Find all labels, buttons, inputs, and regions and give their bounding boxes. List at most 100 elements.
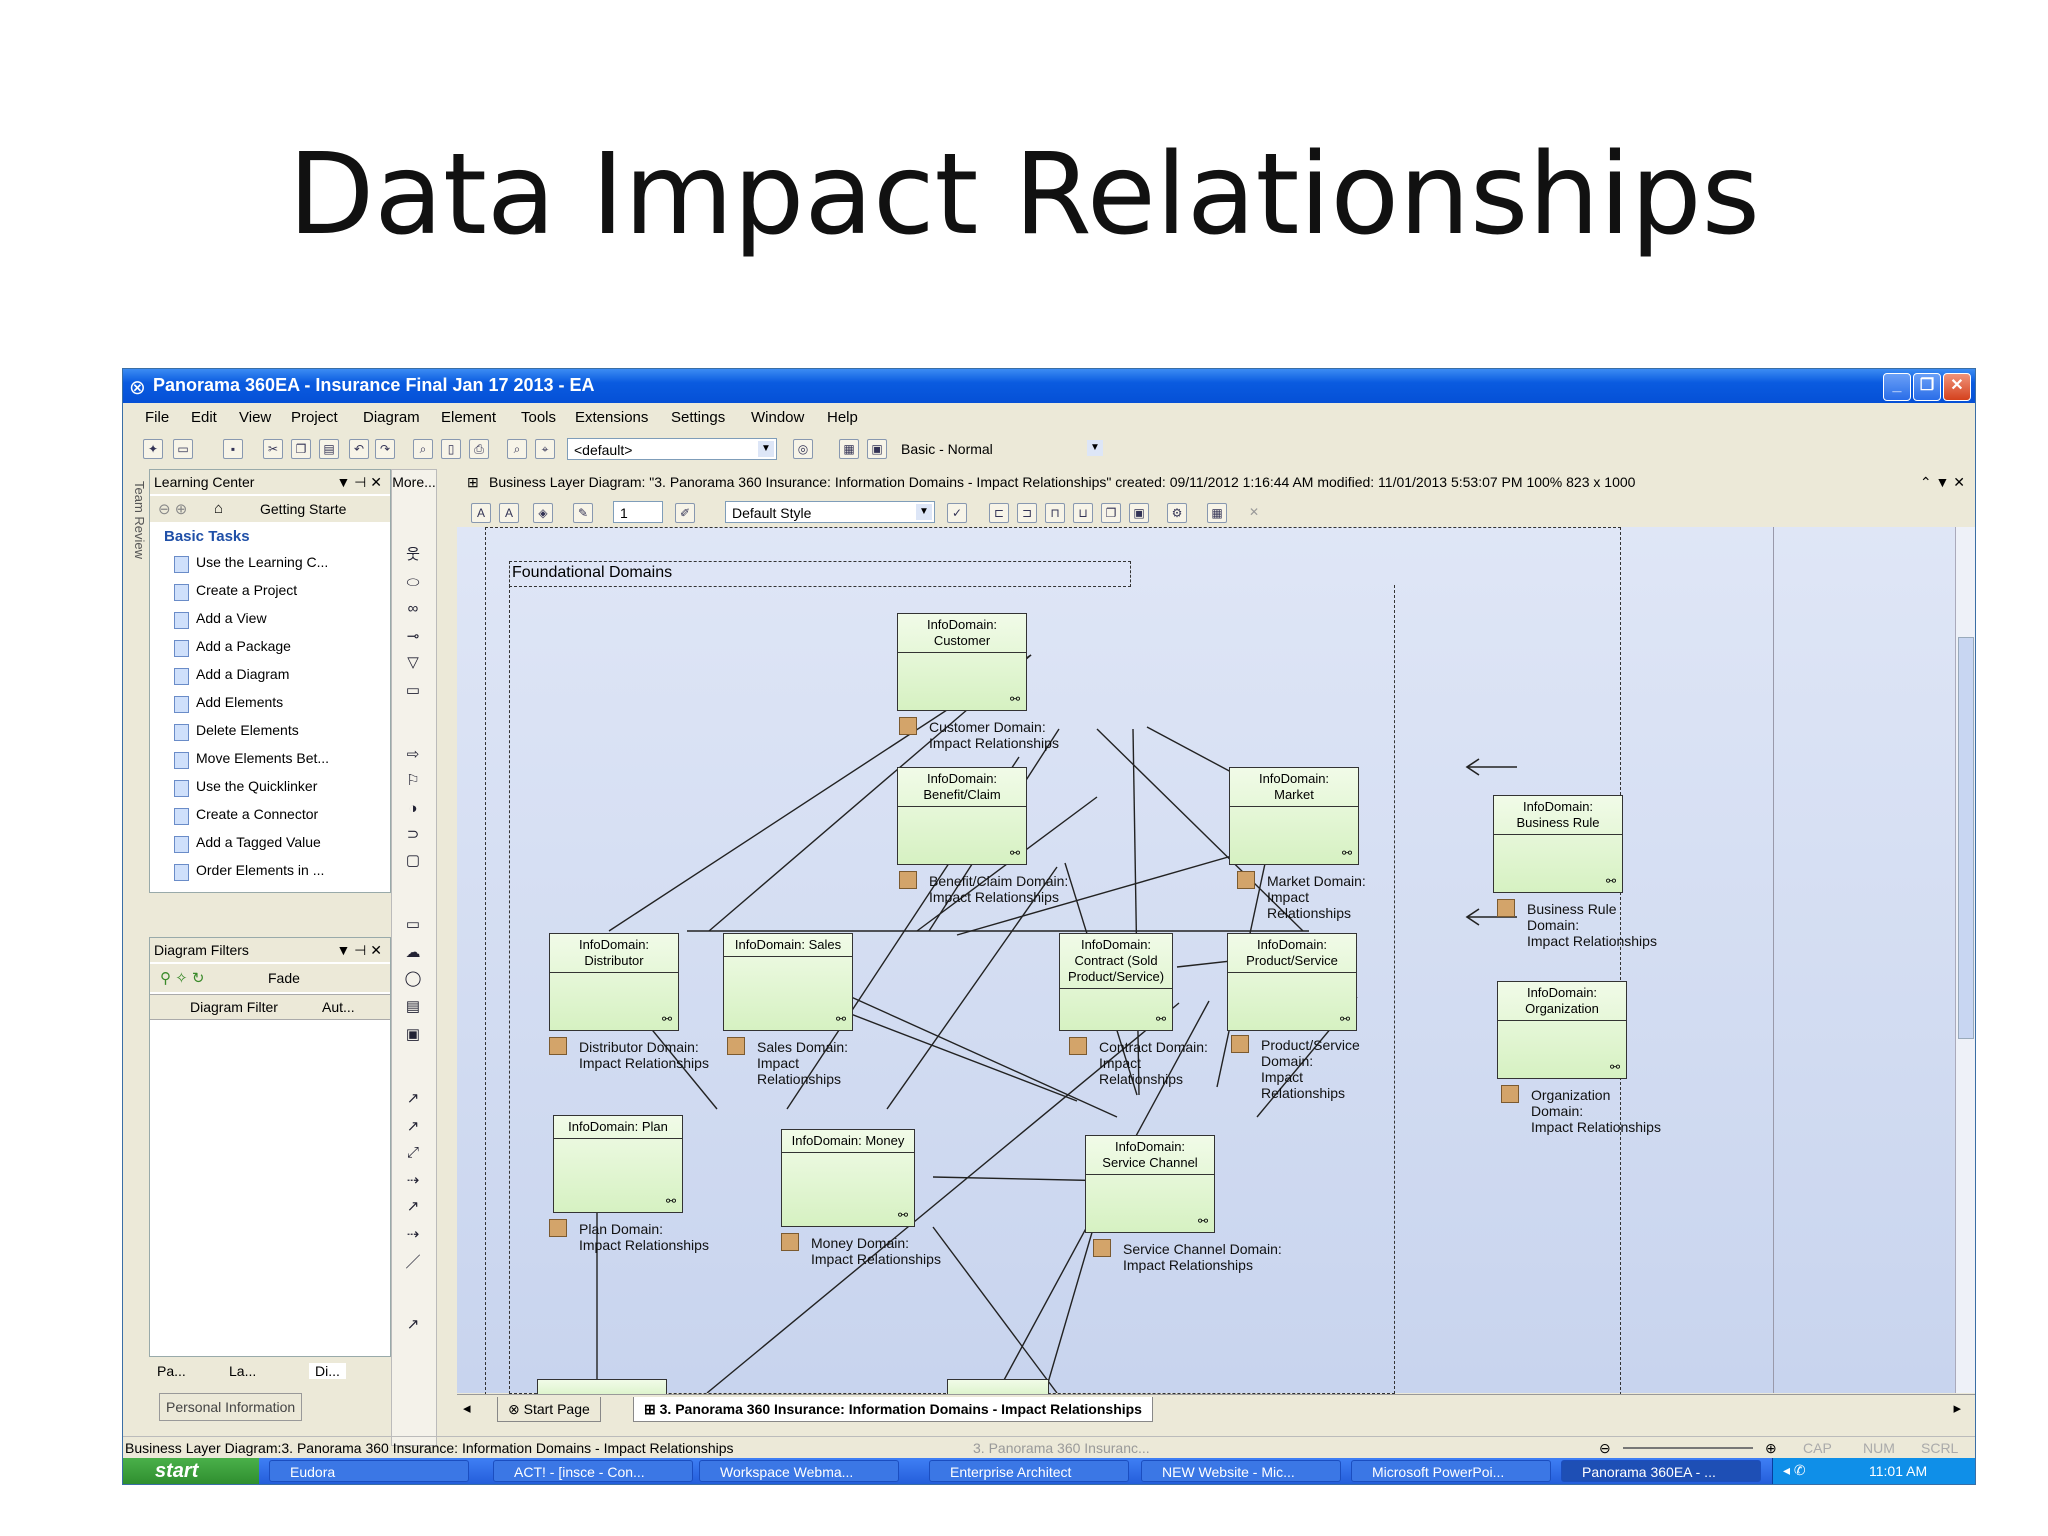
- node-sales[interactable]: InfoDomain: Sales ⚯: [723, 933, 853, 1031]
- tab-scroll-right-icon[interactable]: ▸: [1953, 1399, 1961, 1417]
- col-diagram-filter[interactable]: Diagram Filter: [190, 999, 278, 1015]
- new-icon[interactable]: ✦: [143, 439, 163, 459]
- box-icon[interactable]: ▣: [404, 1026, 422, 1044]
- menu-view[interactable]: View: [239, 409, 271, 426]
- node-money[interactable]: InfoDomain: Money ⚯: [781, 1129, 915, 1227]
- workspace-icon[interactable]: ▣: [867, 439, 887, 459]
- menu-settings[interactable]: Settings: [671, 409, 725, 426]
- default-style-combo[interactable]: Default Style ▼: [725, 501, 935, 523]
- start-button[interactable]: start: [123, 1458, 259, 1484]
- node-organization[interactable]: InfoDomain: Organization ⚯: [1497, 981, 1627, 1079]
- getting-started-dropdown[interactable]: Getting Starte: [260, 501, 346, 517]
- interface-icon[interactable]: ⊸: [404, 628, 422, 646]
- tray-icons[interactable]: ◂ ✆: [1783, 1462, 1806, 1479]
- maximize-button[interactable]: ❐: [1913, 373, 1941, 401]
- style-combo[interactable]: Basic - Normal ▼: [895, 438, 1105, 460]
- zoom-slider[interactable]: [1623, 1447, 1753, 1449]
- ref-product-service[interactable]: Product/Service Domain: Impact Relations…: [1231, 1035, 1360, 1101]
- chevron-down-icon[interactable]: ▼: [758, 441, 774, 457]
- copy-icon[interactable]: ❐: [291, 439, 311, 459]
- ref-contract[interactable]: Contract Domain: Impact Relationships: [1069, 1037, 1208, 1087]
- task-item[interactable]: Move Elements Bet...: [173, 750, 329, 769]
- more-tools-button[interactable]: More...: [392, 470, 436, 494]
- ref-distributor[interactable]: Distributor Domain: Impact Relationships: [549, 1037, 709, 1071]
- line-color-icon[interactable]: ✎: [573, 503, 593, 523]
- decision-icon[interactable]: ▽: [404, 654, 422, 672]
- taskbar-item-active[interactable]: Panorama 360EA - ...: [1561, 1460, 1761, 1482]
- target-icon[interactable]: ◎: [793, 439, 813, 459]
- menu-extensions[interactable]: Extensions: [575, 409, 648, 426]
- task-item[interactable]: Use the Learning C...: [173, 554, 328, 573]
- node-business-rule[interactable]: InfoDomain: Business Rule ⚯: [1493, 795, 1623, 893]
- task-item[interactable]: Add Elements: [173, 694, 283, 713]
- table-icon[interactable]: ▤: [404, 998, 422, 1016]
- bring-front-icon[interactable]: ▣: [1129, 503, 1149, 523]
- node-product-service[interactable]: InfoDomain: Product/Service ⚯: [1227, 933, 1357, 1031]
- taskbar-item[interactable]: Eudora: [269, 1460, 469, 1482]
- arrow-shape-icon[interactable]: ⇨: [404, 746, 422, 764]
- taskbar-item[interactable]: Enterprise Architect: [929, 1460, 1129, 1482]
- fill-color-icon[interactable]: ◈: [533, 503, 553, 523]
- class-icon[interactable]: ▭: [404, 682, 422, 700]
- zoom-in-icon[interactable]: ⊕: [1765, 1437, 1777, 1459]
- undo-icon[interactable]: ↶: [349, 439, 369, 459]
- taskbar-item[interactable]: NEW Website - Mic...: [1141, 1460, 1341, 1482]
- node-customer[interactable]: InfoDomain: Customer ⚯: [897, 613, 1027, 711]
- rounded-rect-icon[interactable]: ▢: [404, 852, 422, 870]
- auto-layout-icon[interactable]: ▦: [1207, 503, 1227, 523]
- taskbar-item[interactable]: ACT! - [insce - Con...: [493, 1460, 693, 1482]
- ref-benefit-claim[interactable]: Benefit/Claim Domain: Impact Relationshi…: [899, 871, 1068, 905]
- align-center-icon[interactable]: ⊐: [1017, 503, 1037, 523]
- node-contract[interactable]: InfoDomain: Contract (Sold Product/Servic…: [1059, 933, 1173, 1031]
- ref-customer[interactable]: Customer Domain: Impact Relationships: [899, 717, 1059, 751]
- ellipse-icon[interactable]: ◯: [404, 970, 422, 988]
- task-item[interactable]: Add a Tagged Value: [174, 834, 321, 853]
- connector-icon[interactable]: ↗: [404, 1090, 422, 1108]
- tab-scroll-left-icon[interactable]: ◂: [463, 1399, 471, 1417]
- actor-icon[interactable]: 웃: [404, 546, 422, 564]
- flow-icon[interactable]: ↗: [404, 1316, 422, 1334]
- fade-dropdown[interactable]: Fade: [268, 970, 300, 986]
- view-combo[interactable]: <default> ▼: [567, 438, 777, 460]
- event-icon[interactable]: ⊃: [404, 826, 422, 844]
- redo-icon[interactable]: ↷: [375, 439, 395, 459]
- tab-diagram[interactable]: Di...: [309, 1363, 346, 1379]
- save-icon[interactable]: ▪: [223, 439, 243, 459]
- ref-market[interactable]: Market Domain: Impact Relationships: [1237, 871, 1366, 921]
- ref-plan[interactable]: Plan Domain: Impact Relationships: [549, 1219, 709, 1253]
- menu-tools[interactable]: Tools: [521, 409, 556, 426]
- filter-icon[interactable]: ⚲ ✧ ↻: [160, 969, 204, 987]
- menu-diagram[interactable]: Diagram: [363, 409, 420, 426]
- taskbar-item[interactable]: Microsoft PowerPoi...: [1351, 1460, 1551, 1482]
- cloud-icon[interactable]: ☁: [404, 944, 422, 962]
- use-case-icon[interactable]: ⬭: [404, 574, 422, 592]
- print-icon[interactable]: ⎙: [469, 439, 489, 459]
- title-bar[interactable]: ⊗ Panorama 360EA - Insurance Final Jan 1…: [123, 369, 1975, 403]
- zoom-out-icon[interactable]: ⊖: [1599, 1437, 1611, 1459]
- task-item[interactable]: Add a Diagram: [173, 666, 289, 685]
- menu-file[interactable]: File: [145, 409, 169, 426]
- node-benefit-claim[interactable]: InfoDomain: Benefit/Claim ⚯: [897, 767, 1027, 865]
- vertical-scrollbar[interactable]: [1955, 527, 1975, 1393]
- apply-style-icon[interactable]: ✓: [947, 503, 967, 523]
- association-icon[interactable]: ↗: [404, 1118, 422, 1136]
- pane-controls[interactable]: ▼ ⊣ ✕: [336, 470, 382, 494]
- ref-service-channel[interactable]: Service Channel Domain: Impact Relations…: [1093, 1239, 1282, 1273]
- node-market[interactable]: InfoDomain: Market ⚯: [1229, 767, 1359, 865]
- back-icon[interactable]: ⊖ ⊕: [158, 500, 187, 518]
- aggregation-icon[interactable]: ⤢: [404, 1144, 422, 1162]
- search-model-icon[interactable]: ⌖: [535, 439, 555, 459]
- print-preview-icon[interactable]: ⌕: [413, 439, 433, 459]
- format-painter-icon[interactable]: ✐: [675, 503, 695, 523]
- col-auto[interactable]: Aut...: [322, 999, 355, 1015]
- diagram-canvas[interactable]: Foundational Domains InfoDomain: Customer…: [457, 527, 1973, 1400]
- task-item[interactable]: Use the Quicklinker: [173, 778, 317, 797]
- tab-project-browser[interactable]: Pa...: [157, 1363, 186, 1379]
- line-icon[interactable]: ／: [404, 1254, 422, 1272]
- menu-help[interactable]: Help: [827, 409, 858, 426]
- personal-information-tab[interactable]: Personal Information: [159, 1393, 303, 1421]
- collaboration-icon[interactable]: ∞: [404, 600, 422, 618]
- open-folder-icon[interactable]: ▭: [173, 439, 193, 459]
- pane-controls[interactable]: ▼ ⊣ ✕: [336, 938, 382, 962]
- align-left-icon[interactable]: ⊏: [989, 503, 1009, 523]
